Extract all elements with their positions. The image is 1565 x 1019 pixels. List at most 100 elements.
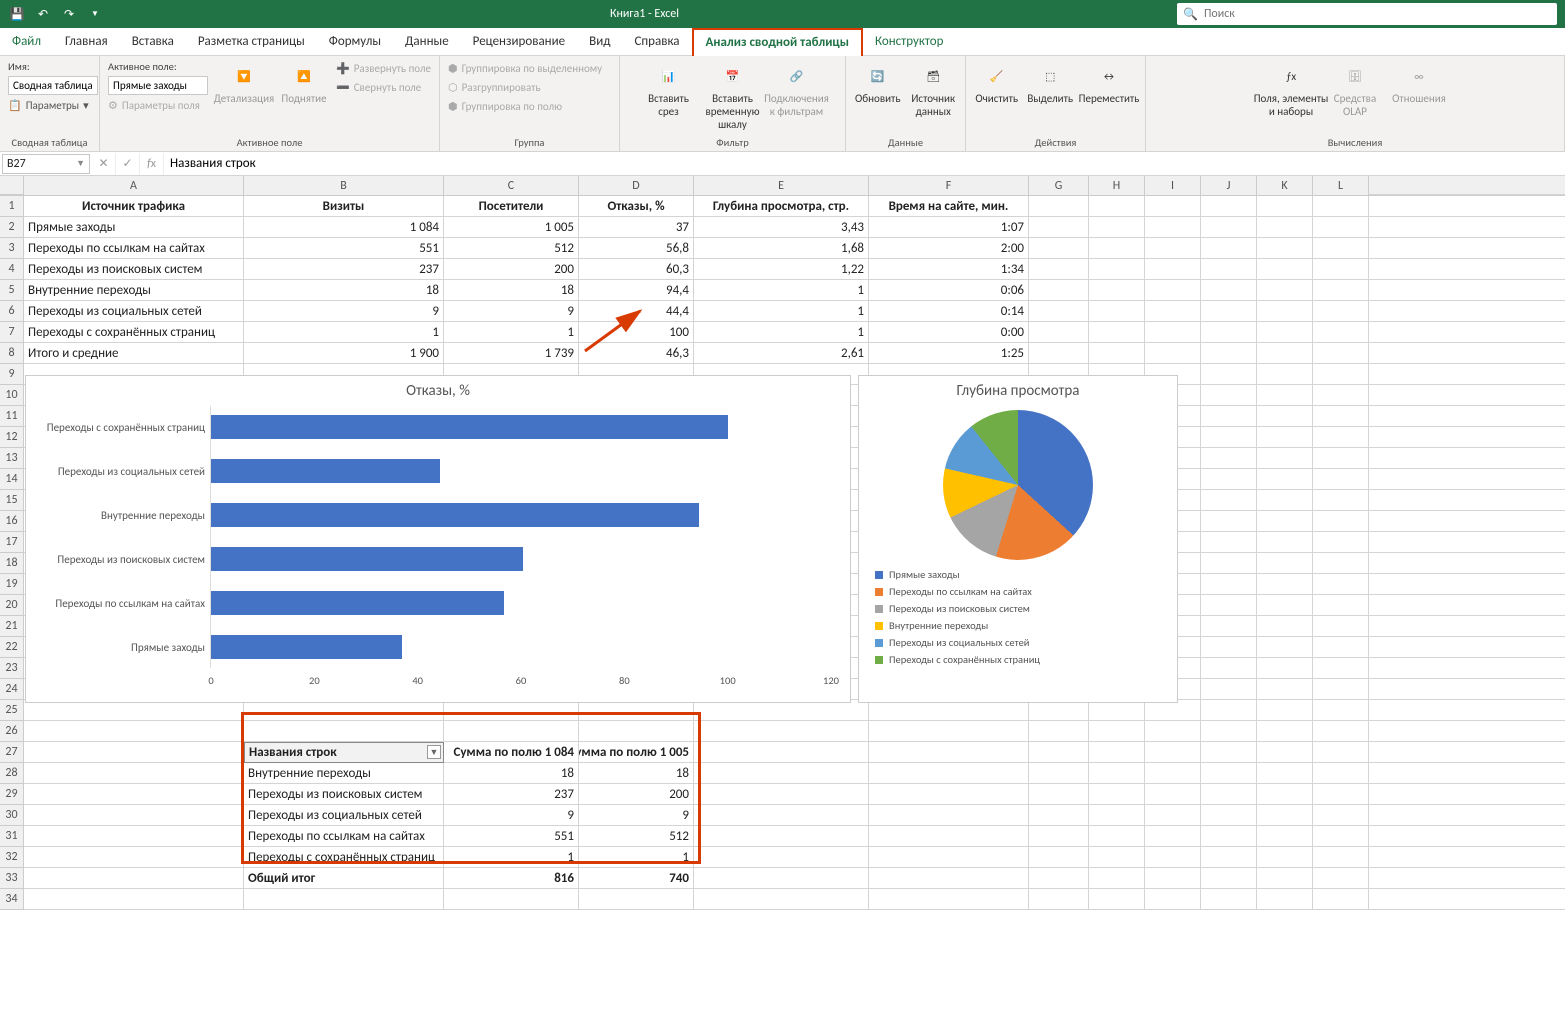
cell[interactable] xyxy=(1257,826,1313,847)
drilldown-button[interactable]: 🔽Детализация xyxy=(216,60,272,107)
cell[interactable] xyxy=(1313,805,1369,826)
col-header[interactable]: B xyxy=(244,176,444,195)
cell[interactable] xyxy=(1029,217,1089,238)
spreadsheet-grid[interactable]: A B C D E F G H I J K L 1Источник трафик… xyxy=(0,176,1565,910)
cell[interactable] xyxy=(244,721,444,742)
cell[interactable] xyxy=(1089,238,1145,259)
insert-slicer-button[interactable]: 📊Вставить срез xyxy=(641,60,697,120)
cell[interactable]: 44,4 xyxy=(579,301,694,322)
cell[interactable]: Время на сайте, мин. xyxy=(869,196,1029,217)
cell[interactable] xyxy=(1201,553,1257,574)
cell[interactable]: 100 xyxy=(579,322,694,343)
row-header[interactable]: 23 xyxy=(0,658,24,679)
cell[interactable] xyxy=(1313,469,1369,490)
cell[interactable]: 1 739 xyxy=(444,343,579,364)
cell[interactable]: Переходы из поисковых систем xyxy=(244,784,444,805)
cell[interactable] xyxy=(1201,574,1257,595)
col-header[interactable]: H xyxy=(1089,176,1145,195)
row-header[interactable]: 7 xyxy=(0,322,24,343)
row-header[interactable]: 15 xyxy=(0,490,24,511)
cell[interactable]: Переходы с сохранённых страниц xyxy=(24,322,244,343)
cell[interactable]: 18 xyxy=(444,763,579,784)
row-header[interactable]: 22 xyxy=(0,637,24,658)
cell[interactable] xyxy=(1029,784,1089,805)
cell[interactable] xyxy=(1145,700,1201,721)
olap-tools-button[interactable]: 🗄Средства OLAP xyxy=(1327,60,1383,120)
cell[interactable] xyxy=(1313,658,1369,679)
cell[interactable] xyxy=(1201,511,1257,532)
cell[interactable] xyxy=(1201,406,1257,427)
cell[interactable] xyxy=(1201,805,1257,826)
cell[interactable] xyxy=(1029,301,1089,322)
cell[interactable] xyxy=(1313,826,1369,847)
cell[interactable]: Внутренние переходы xyxy=(244,763,444,784)
cell[interactable]: Переходы из социальных сетей xyxy=(24,301,244,322)
cell[interactable] xyxy=(694,868,869,889)
cell[interactable] xyxy=(1257,364,1313,385)
cell[interactable] xyxy=(1313,490,1369,511)
row-header[interactable]: 2 xyxy=(0,217,24,238)
cell[interactable]: Переходы из поисковых систем xyxy=(24,259,244,280)
options-button[interactable]: 📋 Параметры ▾ xyxy=(8,97,98,114)
cell[interactable] xyxy=(1201,469,1257,490)
cell[interactable]: 1 xyxy=(694,322,869,343)
cell[interactable]: Визиты xyxy=(244,196,444,217)
row-header[interactable]: 31 xyxy=(0,826,24,847)
row-header[interactable]: 34 xyxy=(0,889,24,910)
cell[interactable] xyxy=(1145,826,1201,847)
cell[interactable] xyxy=(1145,217,1201,238)
cell[interactable] xyxy=(1313,448,1369,469)
cell[interactable] xyxy=(1145,742,1201,763)
cell[interactable] xyxy=(1201,364,1257,385)
cell[interactable]: 237 xyxy=(444,784,579,805)
cell[interactable] xyxy=(1201,448,1257,469)
cell[interactable] xyxy=(1257,259,1313,280)
cell[interactable] xyxy=(694,763,869,784)
cell[interactable] xyxy=(694,721,869,742)
cell[interactable] xyxy=(1145,322,1201,343)
cell[interactable] xyxy=(694,784,869,805)
cell[interactable] xyxy=(1313,259,1369,280)
tab-design[interactable]: Конструктор xyxy=(863,28,955,56)
cell[interactable] xyxy=(1257,511,1313,532)
cell[interactable]: Переходы с сохранённых страниц xyxy=(244,847,444,868)
data-source-button[interactable]: 🗃Источник данных xyxy=(910,60,958,120)
cell[interactable] xyxy=(1257,679,1313,700)
row-header[interactable]: 13 xyxy=(0,448,24,469)
cell[interactable]: 1 005 xyxy=(444,217,579,238)
pivot-filter-dropdown[interactable]: ▼ xyxy=(427,745,441,759)
cell[interactable] xyxy=(1145,238,1201,259)
row-header[interactable]: 12 xyxy=(0,427,24,448)
cell[interactable]: 56,8 xyxy=(579,238,694,259)
row-header[interactable]: 1 xyxy=(0,196,24,217)
cell[interactable] xyxy=(1313,553,1369,574)
cancel-formula-icon[interactable]: ✕ xyxy=(92,153,116,175)
cell[interactable] xyxy=(24,700,244,721)
cell[interactable] xyxy=(1313,637,1369,658)
cell[interactable] xyxy=(1257,469,1313,490)
chart-pie[interactable]: Глубина просмотра Прямые заходыПереходы … xyxy=(858,375,1178,703)
cell[interactable] xyxy=(1257,322,1313,343)
cell[interactable] xyxy=(1145,805,1201,826)
col-header[interactable]: F xyxy=(869,176,1029,195)
cell[interactable]: 9 xyxy=(579,805,694,826)
row-header[interactable]: 17 xyxy=(0,532,24,553)
cell[interactable] xyxy=(1029,196,1089,217)
cell[interactable] xyxy=(1089,280,1145,301)
filter-connections-button[interactable]: 🔗Подключения к фильтрам xyxy=(769,60,825,120)
cell[interactable] xyxy=(1257,763,1313,784)
cell[interactable] xyxy=(579,889,694,910)
row-header[interactable]: 11 xyxy=(0,406,24,427)
cell[interactable]: 0:00 xyxy=(869,322,1029,343)
col-header[interactable]: G xyxy=(1029,176,1089,195)
cell[interactable] xyxy=(1201,784,1257,805)
row-header[interactable]: 20 xyxy=(0,595,24,616)
tab-pivot-analyze[interactable]: Анализ сводной таблицы xyxy=(692,28,863,56)
cell[interactable]: 237 xyxy=(244,259,444,280)
tab-review[interactable]: Рецензирование xyxy=(461,28,577,56)
cell[interactable]: Сумма по полю 1 084 xyxy=(444,742,579,763)
cell[interactable] xyxy=(1029,742,1089,763)
cell[interactable] xyxy=(579,721,694,742)
row-header[interactable]: 14 xyxy=(0,469,24,490)
cell[interactable]: 18 xyxy=(244,280,444,301)
